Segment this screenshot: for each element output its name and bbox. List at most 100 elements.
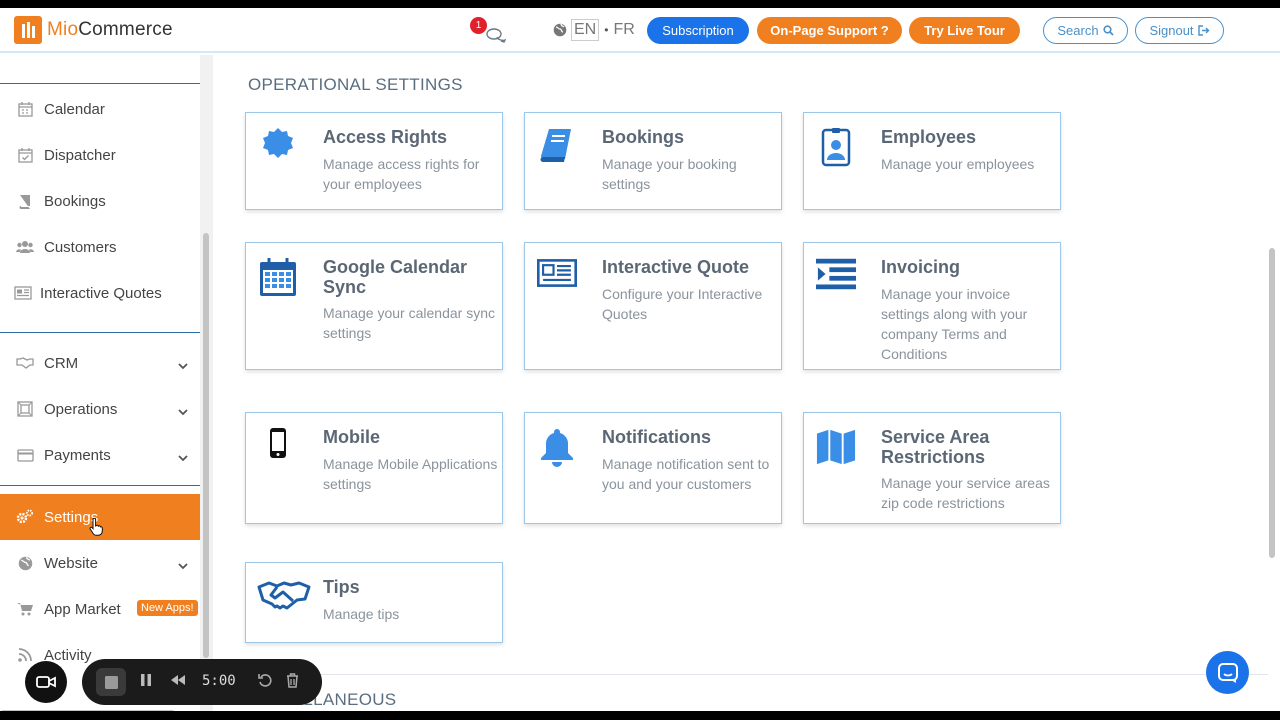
card-service-area-restrictions[interactable]: Service Area Restrictions Manage your se… (803, 412, 1061, 524)
chevron-down-icon (178, 449, 188, 466)
app-window: MioCommerce 1 EN • FR Subscription On-Pa… (0, 8, 1280, 711)
card-description: Configure your Interactive Quotes (602, 286, 763, 322)
search-label: Search (1057, 23, 1099, 38)
sidebar-item-label: Website (44, 554, 98, 572)
users-icon (16, 238, 34, 256)
sidebar-item-label: Customers (44, 238, 117, 256)
sidebar-item-payments[interactable]: Payments (0, 435, 200, 475)
sidebar-item-label: Operations (44, 400, 118, 418)
stop-recording-button[interactable] (96, 668, 126, 696)
lang-en-option[interactable]: EN (571, 19, 600, 41)
on-page-support-button[interactable]: On-Page Support ? (757, 17, 902, 44)
card-access-rights[interactable]: Access Rights Manage access rights for y… (245, 112, 503, 210)
main-scrollbar-thumb[interactable] (1269, 248, 1275, 558)
card-employees[interactable]: Employees Manage your employees (803, 112, 1061, 210)
sidebar-item-website[interactable]: Website (0, 543, 200, 583)
subscription-button[interactable]: Subscription (647, 17, 749, 44)
sidebar-item-customers[interactable]: Customers (0, 227, 200, 267)
sidebar-item-label: Interactive Quotes (40, 284, 162, 302)
bell-icon (537, 427, 577, 467)
card-title: Service Area Restrictions (881, 427, 990, 467)
card-title: Bookings (602, 127, 685, 147)
settings-content: OPERATIONAL SETTINGS Access Rights Manag… (213, 55, 1268, 711)
sidebar-scrollbar-thumb[interactable] (203, 233, 209, 658)
sidebar-item-dispatcher[interactable]: Dispatcher (0, 135, 200, 175)
card-interactive-quote[interactable]: Interactive Quote Configure your Interac… (524, 242, 782, 370)
support-chat-button[interactable] (1206, 651, 1249, 694)
video-camera-icon (36, 676, 56, 688)
card-description: Manage your service areas zip code restr… (881, 475, 1050, 511)
sidebar-item-label: Bookings (44, 192, 106, 210)
sidebar-item-interactive-quotes[interactable]: Interactive Quotes (0, 273, 200, 313)
calendar-icon (16, 100, 34, 118)
camera-toggle-button[interactable] (25, 661, 67, 703)
card-description: Manage your calendar sync settings (323, 305, 495, 341)
horizontal-scrollbar-thumb[interactable] (0, 710, 175, 711)
card-mobile[interactable]: Mobile Manage Mobile Applications settin… (245, 412, 503, 524)
card-description: Manage your employees (881, 156, 1035, 172)
card-bookings[interactable]: Bookings Manage your booking settings (524, 112, 782, 210)
logo[interactable]: MioCommerce (14, 16, 173, 44)
calendar-check-icon (16, 146, 34, 164)
card-google-calendar-sync[interactable]: Google Calendar Sync Manage your calenda… (245, 242, 503, 370)
messages-button[interactable]: 1 (470, 17, 510, 45)
sidebar-item-label: Payments (44, 446, 111, 464)
sidebar-item-crm[interactable]: CRM (0, 343, 200, 383)
chat-icon (1217, 662, 1238, 683)
rss-icon (16, 646, 34, 664)
signout-label: Signout (1149, 23, 1194, 38)
globe-icon (16, 554, 34, 572)
card-title: Access Rights (323, 127, 448, 147)
restart-icon (258, 674, 272, 687)
lang-fr-option[interactable]: FR (613, 21, 634, 39)
lang-separator: • (604, 23, 609, 37)
mobile-icon (258, 427, 298, 467)
card-title: Interactive Quote (602, 257, 750, 277)
card-description: Manage tips (323, 606, 400, 622)
card-description: Manage your invoice settings along with … (881, 286, 1028, 362)
card-description: Manage notification sent to you and your… (602, 456, 770, 492)
recording-timer: 5:00 (202, 673, 236, 689)
sidebar-item-calendar[interactable]: Calendar (0, 89, 200, 129)
card-title: Invoicing (881, 257, 961, 277)
sidebar: Calendar Dispatcher Bookings Customers I… (0, 55, 200, 711)
language-switcher: EN • FR (553, 19, 635, 41)
delete-recording-button[interactable] (286, 673, 299, 688)
sidebar-divider (0, 83, 200, 84)
search-icon (1102, 25, 1114, 36)
sidebar-item-label: Dispatcher (44, 146, 116, 164)
top-header: MioCommerce 1 EN • FR Subscription On-Pa… (0, 8, 1280, 53)
calendar-icon (258, 257, 298, 297)
sidebar-item-label: CRM (44, 354, 79, 372)
card-description: Manage Mobile Applications settings (323, 456, 498, 492)
card-title: Tips (323, 577, 360, 597)
sidebar-item-app-market[interactable]: App Market New Apps! (0, 589, 200, 629)
pause-button[interactable] (140, 673, 152, 687)
restart-button[interactable] (258, 673, 272, 688)
recording-toolbar: 5:00 (82, 659, 322, 705)
logo-mark-icon (14, 16, 42, 44)
sidebar-item-operations[interactable]: Operations (0, 389, 200, 429)
chevron-down-icon (178, 357, 188, 374)
card-notifications[interactable]: Notifications Manage notification sent t… (524, 412, 782, 524)
mouse-cursor-icon (89, 517, 103, 541)
rewind-button[interactable] (170, 673, 186, 687)
indent-icon (816, 257, 856, 297)
book-icon (537, 127, 577, 167)
credit-card-icon (16, 446, 34, 464)
search-button[interactable]: Search (1043, 17, 1128, 44)
card-invoicing[interactable]: Invoicing Manage your invoice settings a… (803, 242, 1061, 370)
operations-icon (16, 400, 34, 418)
chevron-down-icon (178, 403, 188, 420)
signout-button[interactable]: Signout (1135, 17, 1224, 44)
operational-settings-heading: OPERATIONAL SETTINGS (248, 75, 463, 94)
trash-icon (287, 673, 298, 688)
try-live-tour-button[interactable]: Try Live Tour (909, 17, 1020, 44)
card-tips[interactable]: Tips Manage tips (245, 562, 503, 643)
pause-icon (141, 674, 151, 686)
sidebar-item-bookings[interactable]: Bookings (0, 181, 200, 221)
new-apps-badge: New Apps! (137, 600, 198, 616)
newspaper-icon (14, 284, 32, 302)
card-title: Mobile (323, 427, 380, 447)
card-title: Employees (881, 127, 977, 147)
